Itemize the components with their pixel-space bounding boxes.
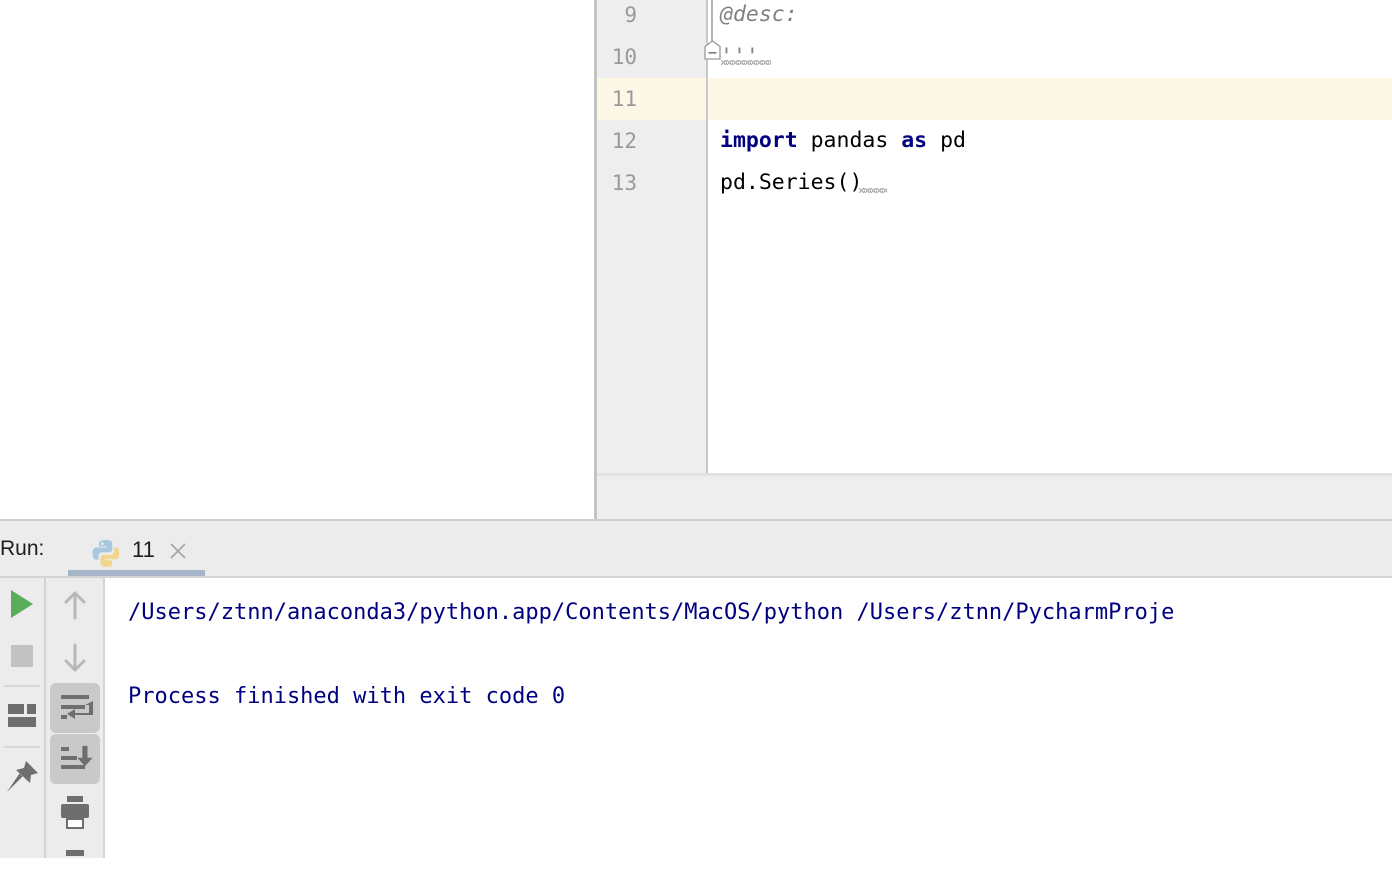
pin-icon[interactable] xyxy=(0,753,44,805)
editor-line-12[interactable]: 12 import pandas as pd xyxy=(597,120,1392,162)
warning-squiggle-line-13 xyxy=(859,188,887,193)
run-tool-window: Run: 11 /Users/ztnn/anaconda3/python.app… xyxy=(0,519,1392,858)
run-label: Run: xyxy=(0,537,45,560)
run-toolbar-left xyxy=(0,578,44,858)
clear-all-icon[interactable] xyxy=(50,840,100,890)
run-panel-header: Run: 11 xyxy=(0,521,1392,577)
fold-collapse-icon[interactable] xyxy=(704,40,721,60)
layout-blocks-button[interactable] xyxy=(0,690,44,742)
below-editor-left-blank xyxy=(0,473,594,519)
line-number-13: 13 xyxy=(611,171,637,195)
alias-pd: pd xyxy=(927,128,966,153)
line-code-13: pd.Series() xyxy=(720,170,863,195)
console-line-command: /Users/ztnn/anaconda3/python.app/Content… xyxy=(128,600,1175,625)
editor-line-11[interactable]: 11 xyxy=(597,78,1392,120)
editor-left-blank-region xyxy=(0,0,594,473)
arrow-down-button[interactable] xyxy=(50,632,100,682)
keyword-as: as xyxy=(901,128,928,153)
run-tab-name: 11 xyxy=(132,537,155,562)
line-code-12: import pandas as pd xyxy=(720,120,966,162)
keyword-import: import xyxy=(720,128,798,153)
arrow-up-button[interactable] xyxy=(50,581,100,631)
line-number-10: 10 xyxy=(611,45,637,69)
line-code-9: @desc: xyxy=(720,2,798,27)
console-line-exit-status: Process finished with exit code 0 xyxy=(128,684,566,709)
toolbar-left-separator-2 xyxy=(4,746,40,748)
print-icon[interactable] xyxy=(50,786,100,836)
module-pandas: pandas xyxy=(797,128,902,153)
editor-pane[interactable]: 9 @desc: 10 ''' 11 12 import pandas as p… xyxy=(597,0,1392,473)
pycharm-window: 9 @desc: 10 ''' 11 12 import pandas as p… xyxy=(0,0,1392,858)
warning-squiggle-line-10 xyxy=(721,60,771,65)
line-number-12: 12 xyxy=(611,129,637,153)
run-toolbar-right xyxy=(46,578,103,858)
python-logo-icon xyxy=(92,538,121,568)
editor-line-9[interactable]: 9 @desc: xyxy=(597,0,1392,36)
toolbar-left-separator-1 xyxy=(4,685,40,687)
below-editor-band-topline xyxy=(597,473,1392,476)
close-icon[interactable] xyxy=(166,539,190,563)
fold-region-line xyxy=(711,0,713,41)
scroll-to-end-button[interactable] xyxy=(50,734,100,784)
line-number-9: 9 xyxy=(624,3,637,27)
soft-wrap-button[interactable] xyxy=(50,683,100,733)
line-number-11: 11 xyxy=(611,87,637,111)
line-code-10: ''' xyxy=(720,44,759,69)
editor-area: 9 @desc: 10 ''' 11 12 import pandas as p… xyxy=(0,0,1392,519)
rerun-button[interactable] xyxy=(0,578,44,630)
editor-line-13[interactable]: 13 pd.Series() xyxy=(597,162,1392,204)
stop-button[interactable] xyxy=(0,630,44,682)
run-tab-11[interactable]: 11 xyxy=(68,523,205,577)
below-editor-gray-band xyxy=(597,473,1392,519)
run-console-output[interactable]: /Users/ztnn/anaconda3/python.app/Content… xyxy=(105,578,1392,858)
editor-vertical-divider[interactable] xyxy=(594,0,597,519)
